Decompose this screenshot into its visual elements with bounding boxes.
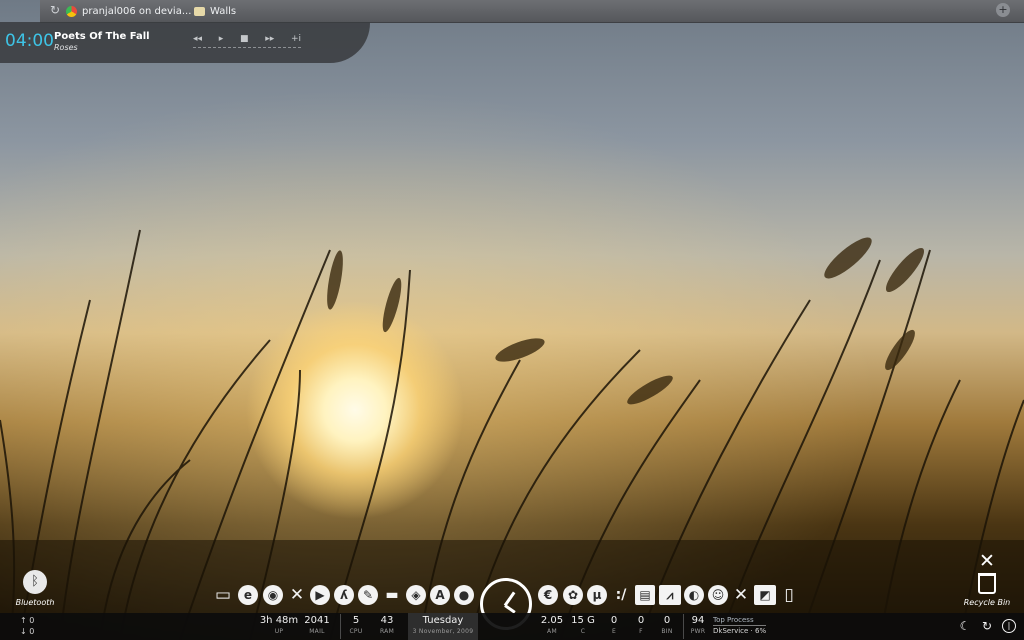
ram-stat: 43 RAM <box>374 615 400 636</box>
notepad-icon[interactable]: ▤ <box>635 585 655 605</box>
info-button[interactable]: +i <box>291 34 301 44</box>
top-process-value: DkService · 6% <box>713 627 767 635</box>
uptime-key: UP <box>274 628 284 635</box>
cpu-stat: 5 CPU <box>344 615 368 636</box>
controller-icon[interactable]: ▬ <box>382 585 402 605</box>
gamepad-icon[interactable]: ◈ <box>406 585 426 605</box>
sleep-icon[interactable]: ☾ <box>958 619 972 633</box>
drive-e-value: 0 <box>610 615 618 626</box>
bluetooth-label: Bluetooth <box>15 598 55 607</box>
stop-button[interactable]: ■ <box>240 34 249 44</box>
graph-icon[interactable]: ⩘ <box>659 585 681 605</box>
tab-walls[interactable]: Walls <box>194 2 236 20</box>
music-widget: 04:00 Poets Of The Fall Roses ◂◂ ▸ ■ ▸▸ … <box>0 22 370 63</box>
media-player-icon[interactable]: ▶ <box>310 585 330 605</box>
bomb-icon[interactable]: ● <box>454 585 474 605</box>
edit-icon[interactable]: :/ <box>611 585 631 605</box>
time-key: AM <box>547 628 557 635</box>
time-stat: 2.05 AM <box>536 615 568 636</box>
mail-key: MAIL <box>309 628 325 635</box>
previous-button[interactable]: ◂◂ <box>193 34 202 44</box>
uptime-value: 3h 48m <box>259 615 299 626</box>
ram-value: 43 <box>380 615 394 626</box>
drive-f-key: F <box>639 628 643 635</box>
drive-f-value: 0 <box>637 615 645 626</box>
settings-tools-icon[interactable]: ✕ <box>731 585 751 605</box>
torrent-icon[interactable]: µ <box>587 585 607 605</box>
time-value: 2.05 <box>540 615 564 626</box>
restart-icon[interactable]: ↻ <box>980 619 994 633</box>
sketch-icon[interactable]: ◩ <box>754 585 776 605</box>
bin-stat: 0 BIN <box>656 615 678 636</box>
paw-icon[interactable]: ✿ <box>563 585 583 605</box>
recycle-bin-label: Recycle Bin <box>963 598 1011 607</box>
uptime-stat: 3h 48m UP <box>258 615 300 636</box>
drive-e-key: E <box>611 628 617 635</box>
chrome-icon[interactable]: ◉ <box>263 585 283 605</box>
next-button[interactable]: ▸▸ <box>265 34 274 44</box>
shutdown-icon[interactable]: | <box>1002 619 1016 633</box>
euro-icon[interactable]: € <box>538 585 558 605</box>
drive-f-stat: 0 F <box>631 615 651 636</box>
smiley-icon[interactable]: ☺ <box>708 585 728 605</box>
date-stat: Tuesday 3 November, 2009 <box>408 615 478 636</box>
globe-icon <box>66 5 77 17</box>
avast-icon[interactable]: A <box>430 585 450 605</box>
recycle-bin-desktop-icon[interactable]: ✕ Recycle Bin <box>962 550 1012 608</box>
drive-c-value: 15 G <box>571 615 595 626</box>
drive-e-stat: 0 E <box>604 615 624 636</box>
track-title: Poets Of The Fall <box>54 31 150 42</box>
divider <box>340 614 341 639</box>
date-full: 3 November, 2009 <box>412 628 474 635</box>
close-icon: ✕ <box>979 550 995 572</box>
mail-stat[interactable]: 2041 MAIL <box>302 615 332 636</box>
net-down: 0 <box>29 627 35 636</box>
tab-deviantart[interactable]: pranjal006 on devia... <box>66 2 191 20</box>
top-process-title: Top Process <box>713 615 767 626</box>
tab-label: pranjal006 on devia... <box>82 5 192 17</box>
loading-spinner-icon: ↻ <box>49 3 61 17</box>
wallpaper-grass <box>0 229 1024 640</box>
drive-c-stat: 15 G C <box>568 615 598 636</box>
system-status-bar: ↑ 0 ↓ 0 3h 48m UP 2041 MAIL 5 CPU 43 RAM… <box>0 613 1024 640</box>
car-icon[interactable]: ◐ <box>684 585 704 605</box>
power-value: 94 <box>691 615 705 626</box>
net-up: 0 <box>29 616 35 625</box>
cpu-value: 5 <box>352 615 360 626</box>
tools-icon[interactable]: ✕ <box>287 585 307 605</box>
new-tab-button[interactable]: + <box>996 3 1010 17</box>
media-controls: ◂◂ ▸ ■ ▸▸ +i <box>193 34 301 48</box>
ram-key: RAM <box>379 628 395 635</box>
play-button[interactable]: ▸ <box>219 34 224 44</box>
divider <box>683 614 684 639</box>
monitor-icon[interactable]: ▭ <box>213 585 233 605</box>
bluetooth-icon: ᛒ <box>23 570 47 594</box>
browser-tab-bar: ↻ pranjal006 on devia... Walls + <box>40 0 1024 23</box>
cpu-key: CPU <box>349 628 363 635</box>
pen-icon[interactable]: ✎ <box>358 585 378 605</box>
power-stat: 94 PWR <box>686 615 710 636</box>
tab-label: Walls <box>210 5 237 17</box>
bluetooth-desktop-icon[interactable]: ᛒ Bluetooth <box>12 570 58 607</box>
bin-key: BIN <box>661 628 673 635</box>
folder-icon <box>194 6 205 16</box>
date-day: Tuesday <box>422 615 464 626</box>
drive-c-key: C <box>580 628 586 635</box>
mail-value: 2041 <box>304 615 330 626</box>
wallpaper <box>0 0 1024 640</box>
run-icon[interactable]: ʎ <box>334 585 354 605</box>
top-process: Top Process DkService · 6% <box>713 615 767 636</box>
power-key: PWR <box>690 628 706 635</box>
trash-icon[interactable]: ▯ <box>779 585 799 605</box>
track-artist: Roses <box>54 43 78 52</box>
bin-value: 0 <box>663 615 671 626</box>
recycle-bin-icon <box>978 573 996 594</box>
ie-icon[interactable]: e <box>238 585 258 605</box>
network-meter: ↑ 0 ↓ 0 <box>20 616 35 636</box>
track-time: 04:00 <box>5 31 54 51</box>
